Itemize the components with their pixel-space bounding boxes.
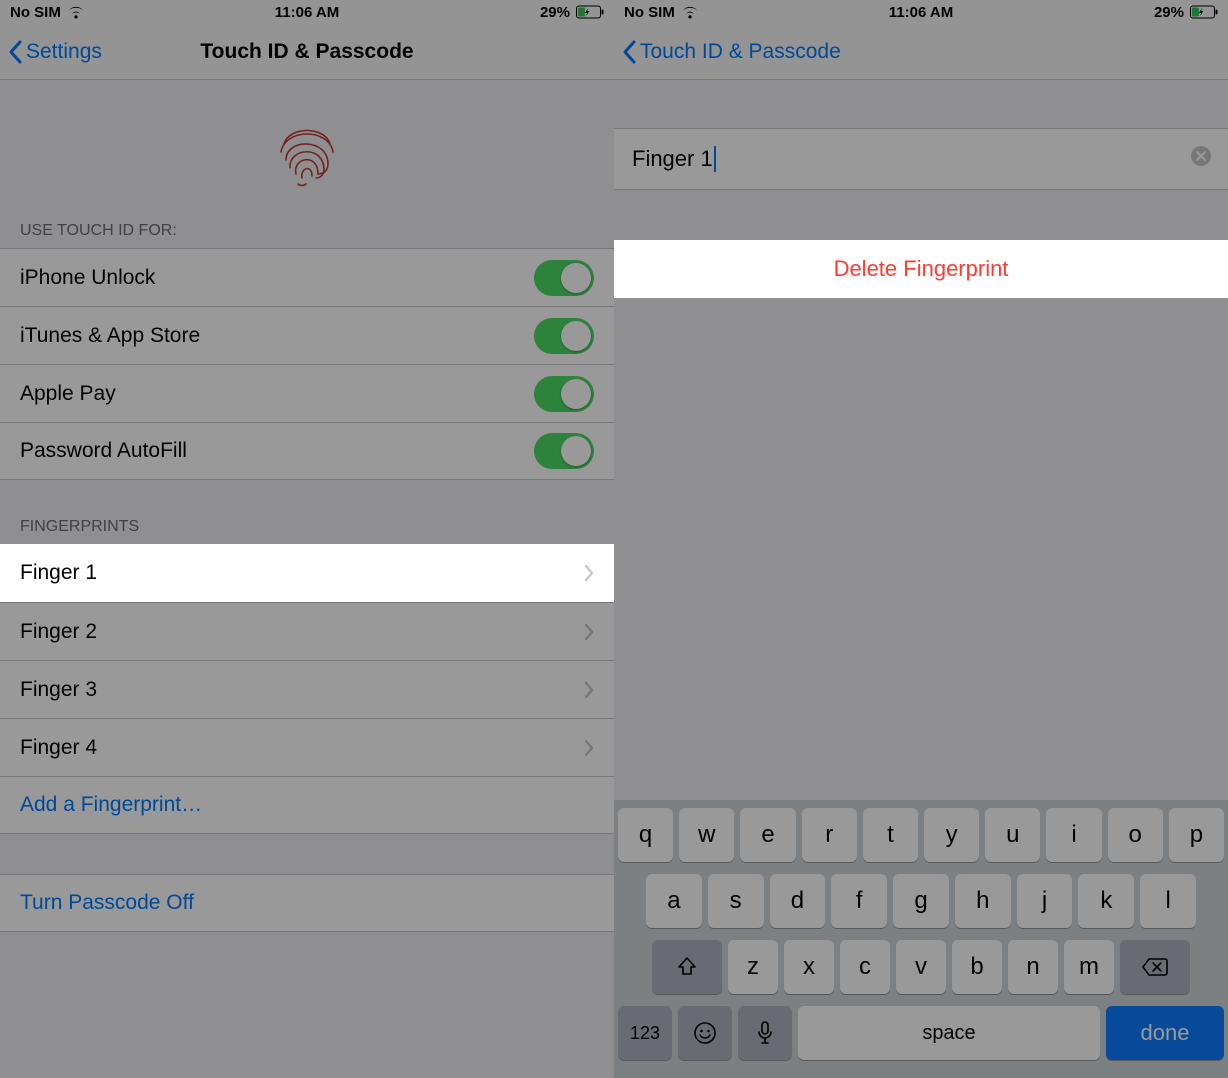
highlighted-delete-fingerprint[interactable]: Delete Fingerprint: [614, 240, 1228, 298]
row-itunes-appstore[interactable]: iTunes & App Store: [0, 306, 614, 364]
key-h[interactable]: h: [955, 874, 1011, 928]
key-d[interactable]: d: [770, 874, 826, 928]
key-123[interactable]: 123: [618, 1006, 672, 1060]
delete-fingerprint-label: Delete Fingerprint: [834, 256, 1009, 282]
status-carrier: No SIM: [10, 4, 61, 21]
row-label: Finger 4: [20, 736, 584, 760]
key-v[interactable]: v: [896, 940, 946, 994]
key-n[interactable]: n: [1008, 940, 1058, 994]
row-label: Turn Passcode Off: [20, 891, 594, 915]
backspace-icon: [1141, 957, 1169, 977]
row-password-autofill[interactable]: Password AutoFill: [0, 422, 614, 480]
section-header-use: USE TOUCH ID FOR:: [0, 216, 614, 248]
row-label: iTunes & App Store: [20, 324, 534, 348]
chevron-right-icon: [584, 739, 594, 757]
chevron-right-icon: [584, 681, 594, 699]
key-backspace[interactable]: [1120, 940, 1190, 994]
key-m[interactable]: m: [1064, 940, 1114, 994]
row-finger-2[interactable]: Finger 2: [0, 602, 614, 660]
key-c[interactable]: c: [840, 940, 890, 994]
chevron-left-icon: [622, 40, 636, 64]
key-y[interactable]: y: [924, 808, 979, 862]
key-u[interactable]: u: [985, 808, 1040, 862]
key-a[interactable]: a: [646, 874, 702, 928]
back-label: Settings: [26, 40, 102, 64]
fingerprint-name-input[interactable]: Finger 1: [614, 128, 1228, 190]
key-j[interactable]: j: [1017, 874, 1073, 928]
status-time: 11:06 AM: [889, 4, 953, 21]
back-button[interactable]: Touch ID & Passcode: [622, 40, 841, 64]
status-battery-pct: 29%: [1154, 4, 1184, 21]
battery-icon: [1190, 5, 1218, 19]
key-z[interactable]: z: [728, 940, 778, 994]
key-e[interactable]: e: [740, 808, 795, 862]
battery-icon: [576, 5, 604, 19]
row-turn-passcode-off[interactable]: Turn Passcode Off: [0, 874, 614, 932]
status-time: 11:06 AM: [275, 4, 339, 21]
text-cursor: [714, 146, 716, 172]
key-q[interactable]: q: [618, 808, 673, 862]
key-o[interactable]: o: [1108, 808, 1163, 862]
toggle-on-icon[interactable]: [534, 376, 594, 412]
screen-edit-fingerprint: No SIM 11:06 AM 29% Touch ID & Passcode …: [614, 0, 1228, 1078]
row-label: Finger 1: [20, 561, 584, 585]
chevron-left-icon: [8, 40, 22, 64]
key-p[interactable]: p: [1169, 808, 1224, 862]
key-w[interactable]: w: [679, 808, 734, 862]
input-value: Finger 1: [632, 146, 713, 172]
key-b[interactable]: b: [952, 940, 1002, 994]
key-s[interactable]: s: [708, 874, 764, 928]
row-label: Password AutoFill: [20, 439, 534, 463]
key-k[interactable]: k: [1078, 874, 1134, 928]
clear-button[interactable]: [1190, 145, 1212, 173]
row-label: Apple Pay: [20, 382, 534, 406]
key-l[interactable]: l: [1140, 874, 1196, 928]
key-emoji[interactable]: [678, 1006, 732, 1060]
key-dictation[interactable]: [738, 1006, 792, 1060]
key-space[interactable]: space: [798, 1006, 1100, 1060]
key-shift[interactable]: [652, 940, 722, 994]
row-finger-3[interactable]: Finger 3: [0, 660, 614, 718]
keyboard: q w e r t y u i o p a s d f g h j k l z: [614, 800, 1228, 1078]
toggle-on-icon[interactable]: [534, 433, 594, 469]
key-i[interactable]: i: [1046, 808, 1101, 862]
fingerprint-icon: [0, 80, 614, 216]
wifi-icon: [67, 5, 85, 19]
row-label: iPhone Unlock: [20, 266, 534, 290]
nav-bar: Touch ID & Passcode: [614, 24, 1228, 80]
key-g[interactable]: g: [893, 874, 949, 928]
chevron-right-icon: [584, 564, 594, 582]
key-f[interactable]: f: [831, 874, 887, 928]
emoji-icon: [693, 1021, 717, 1045]
key-done[interactable]: done: [1106, 1006, 1224, 1060]
row-label: Finger 2: [20, 620, 584, 644]
wifi-icon: [681, 5, 699, 19]
shift-icon: [676, 956, 698, 978]
highlighted-row-finger-1[interactable]: Finger 1: [0, 544, 614, 602]
status-bar: No SIM 11:06 AM 29%: [614, 0, 1228, 24]
microphone-icon: [757, 1021, 773, 1045]
back-button[interactable]: Settings: [8, 40, 102, 64]
row-finger-4[interactable]: Finger 4: [0, 718, 614, 776]
back-label: Touch ID & Passcode: [640, 40, 841, 64]
row-label: Add a Fingerprint…: [20, 793, 594, 817]
toggle-on-icon[interactable]: [534, 260, 594, 296]
row-iphone-unlock[interactable]: iPhone Unlock: [0, 248, 614, 306]
section-header-fingerprints: FINGERPRINTS: [0, 480, 614, 544]
screen-settings-touchid: No SIM 11:06 AM 29% Settings Touch ID & …: [0, 0, 614, 1078]
key-t[interactable]: t: [863, 808, 918, 862]
row-label: Finger 3: [20, 678, 584, 702]
status-bar: No SIM 11:06 AM 29%: [0, 0, 614, 24]
row-apple-pay[interactable]: Apple Pay: [0, 364, 614, 422]
nav-bar: Settings Touch ID & Passcode: [0, 24, 614, 80]
chevron-right-icon: [584, 623, 594, 641]
toggle-on-icon[interactable]: [534, 318, 594, 354]
status-carrier: No SIM: [624, 4, 675, 21]
key-r[interactable]: r: [802, 808, 857, 862]
page-title: Touch ID & Passcode: [200, 40, 413, 64]
key-x[interactable]: x: [784, 940, 834, 994]
row-add-fingerprint[interactable]: Add a Fingerprint…: [0, 776, 614, 834]
status-battery-pct: 29%: [540, 4, 570, 21]
